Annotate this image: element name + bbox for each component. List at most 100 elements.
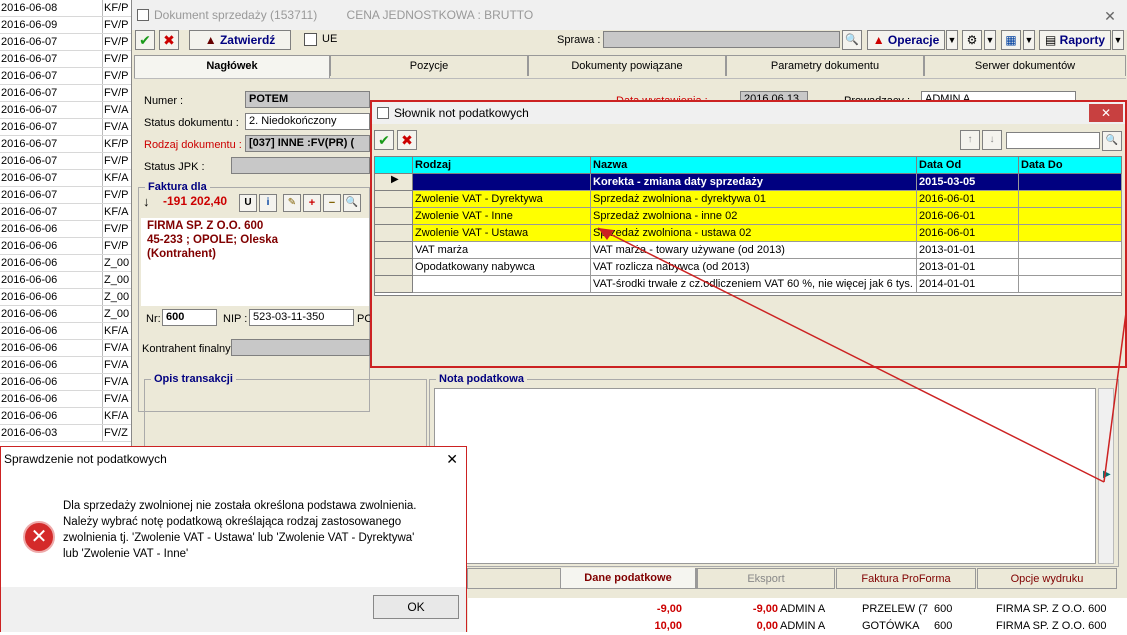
u-icon[interactable]: U <box>239 194 257 212</box>
list-item[interactable]: 2016-06-06 FV/A <box>0 357 140 374</box>
table-cell-do[interactable] <box>1019 208 1122 225</box>
tab-eksport[interactable]: Eksport <box>697 568 835 589</box>
table-cell-od[interactable]: 2016-06-01 <box>917 208 1019 225</box>
tab-opcje-wydruku[interactable]: Opcje wydruku <box>977 568 1117 589</box>
col-rodzaj[interactable]: Rodzaj <box>413 157 591 174</box>
list-item[interactable]: 2016-06-08 KF/P <box>0 0 140 17</box>
search-icon[interactable]: 🔍 <box>842 30 862 50</box>
tab-dokumenty-powiazane[interactable]: Dokumenty powiązane <box>528 55 726 76</box>
chevron-down-icon[interactable]: ▼ <box>1023 30 1035 50</box>
operacje-button[interactable]: ▲ Operacje <box>867 30 945 50</box>
row-selector[interactable] <box>375 259 413 276</box>
table-cell-rodzaj[interactable]: Zwolenie VAT - Inne <box>413 208 591 225</box>
info-icon[interactable]: i <box>259 194 277 212</box>
nota-podatkowa-textarea[interactable] <box>434 388 1096 564</box>
nip-field[interactable]: 523-03-11-350 <box>249 309 354 326</box>
chevron-down-icon[interactable]: ▼ <box>984 30 996 50</box>
row-selector[interactable] <box>375 191 413 208</box>
sort-asc-icon[interactable]: ↑ <box>960 130 980 150</box>
edit-icon[interactable]: ✎ <box>283 194 301 212</box>
list-item[interactable]: 2016-06-06 FV/A <box>0 340 140 357</box>
table-cell-rodzaj[interactable]: Zwolenie VAT - Ustawa <box>413 225 591 242</box>
table-cell-nazwa[interactable]: VAT marża - towary używane (od 2013) <box>591 242 917 259</box>
dict-search-input[interactable] <box>1006 132 1100 149</box>
cancel-icon[interactable]: ✖ <box>159 30 179 50</box>
col-nazwa[interactable]: Nazwa <box>591 157 917 174</box>
tab-parametry-dokumentu[interactable]: Parametry dokumentu <box>726 55 924 76</box>
table-cell-do[interactable] <box>1019 191 1122 208</box>
sprawa-input[interactable] <box>603 31 840 48</box>
tab-faktura-proforma[interactable]: Faktura ProForma <box>836 568 976 589</box>
list-item[interactable]: 2016-06-06 KF/A <box>0 408 140 425</box>
list-item[interactable]: 2016-06-06 FV/P <box>0 238 140 255</box>
list-item[interactable]: 2016-06-06 Z_00 <box>0 306 140 323</box>
tab-serwer-dokumentow[interactable]: Serwer dokumentów <box>924 55 1126 76</box>
close-icon[interactable]: ✕ <box>1098 7 1122 25</box>
list-item[interactable]: 2016-06-06 KF/A <box>0 323 140 340</box>
tab-pozycje[interactable]: Pozycje <box>330 55 528 76</box>
numer-field[interactable]: POTEM <box>245 91 370 108</box>
confirm-button[interactable]: ▲ Zatwierdź <box>189 30 291 50</box>
table-cell-do[interactable] <box>1019 225 1122 242</box>
chevron-right-icon[interactable]: ▶ <box>1103 469 1111 480</box>
cancel-icon[interactable]: ✖ <box>397 130 417 150</box>
list-item[interactable]: 2016-06-07 FV/P <box>0 51 140 68</box>
table-cell-nazwa[interactable]: Sprzedaż zwolniona - inne 02 <box>591 208 917 225</box>
table-cell-do[interactable] <box>1019 174 1122 191</box>
table-cell-rodzaj[interactable]: Opodatkowany nabywca <box>413 259 591 276</box>
row-selector[interactable]: ▶ <box>375 174 413 191</box>
table-cell-nazwa[interactable]: VAT rozlicza nabywca (od 2013) <box>591 259 917 276</box>
table-cell-nazwa[interactable]: VAT-środki trwałe z cz.odliczeniem VAT 6… <box>591 276 917 293</box>
table-cell-do[interactable] <box>1019 242 1122 259</box>
table-cell-od[interactable]: 2015-03-05 <box>917 174 1019 191</box>
search-icon[interactable]: 🔍 <box>1102 131 1122 151</box>
col-data-do[interactable]: Data Do <box>1019 157 1122 174</box>
table-cell-nazwa[interactable]: Sprzedaż zwolniona - dyrektywa 01 <box>591 191 917 208</box>
status-select[interactable]: 2. Niedokończony <box>245 113 370 130</box>
row-selector[interactable] <box>375 276 413 293</box>
list-item[interactable]: 2016-06-06 FV/A <box>0 391 140 408</box>
tab-dane-podatkowe[interactable]: Dane podatkowe <box>560 568 696 589</box>
list-item[interactable]: 2016-06-06 Z_00 <box>0 289 140 306</box>
list-item[interactable]: 2016-06-09 FV/P <box>0 17 140 34</box>
sort-desc-icon[interactable]: ↓ <box>982 130 1002 150</box>
check-icon[interactable]: ✔ <box>374 130 394 150</box>
table-cell-od[interactable]: 2013-01-01 <box>917 242 1019 259</box>
row-selector[interactable] <box>375 242 413 259</box>
list-item[interactable]: 2016-06-07 FV/P <box>0 68 140 85</box>
ue-checkbox[interactable] <box>304 33 317 46</box>
list-item[interactable]: 2016-06-07 FV/A <box>0 119 140 136</box>
chevron-down-icon[interactable]: ▼ <box>946 30 958 50</box>
close-icon[interactable]: ✕ <box>446 447 458 471</box>
close-icon[interactable]: ✕ <box>1089 104 1123 122</box>
search-icon[interactable]: 🔍 <box>343 194 361 212</box>
add-icon[interactable]: + <box>303 194 321 212</box>
table-cell-do[interactable] <box>1019 259 1122 276</box>
table-cell-od[interactable]: 2016-06-01 <box>917 225 1019 242</box>
list-item[interactable]: 2016-06-06 FV/P <box>0 221 140 238</box>
table-cell-rodzaj[interactable]: Zwolenie VAT - Dyrektywa <box>413 191 591 208</box>
nr-field[interactable]: 600 <box>162 309 217 326</box>
list-item[interactable]: 2016-06-07 FV/P <box>0 153 140 170</box>
col-data-od[interactable]: Data Od <box>917 157 1019 174</box>
raporty-button[interactable]: ▤ Raporty <box>1039 30 1111 50</box>
row-selector[interactable] <box>375 208 413 225</box>
tab-naglowek[interactable]: Nagłówek <box>134 55 330 78</box>
table-cell-od[interactable]: 2014-01-01 <box>917 276 1019 293</box>
ok-button[interactable]: OK <box>373 595 459 619</box>
kontrahent-finalny-field[interactable] <box>231 339 370 356</box>
gear-icon[interactable]: ⚙ <box>962 30 982 50</box>
table-cell-rodzaj[interactable] <box>413 276 591 293</box>
table-cell-nazwa[interactable]: Sprzedaż zwolniona - ustawa 02 <box>591 225 917 242</box>
calendar-icon[interactable]: ▦ <box>1001 30 1021 50</box>
list-item[interactable]: 2016-06-06 Z_00 <box>0 255 140 272</box>
list-item[interactable]: 2016-06-07 FV/A <box>0 102 140 119</box>
table-cell-nazwa[interactable]: Korekta - zmiana daty sprzedaży <box>591 174 917 191</box>
list-item[interactable]: 2016-06-03 FV/Z <box>0 425 140 442</box>
check-icon[interactable]: ✔ <box>135 30 155 50</box>
table-cell-rodzaj[interactable] <box>413 174 591 191</box>
rodzaj-field[interactable]: [037] INNE :FV(PR) ( <box>245 135 370 152</box>
remove-icon[interactable]: − <box>323 194 341 212</box>
jpk-field[interactable] <box>231 157 370 174</box>
list-item[interactable]: 2016-06-06 Z_00 <box>0 272 140 289</box>
